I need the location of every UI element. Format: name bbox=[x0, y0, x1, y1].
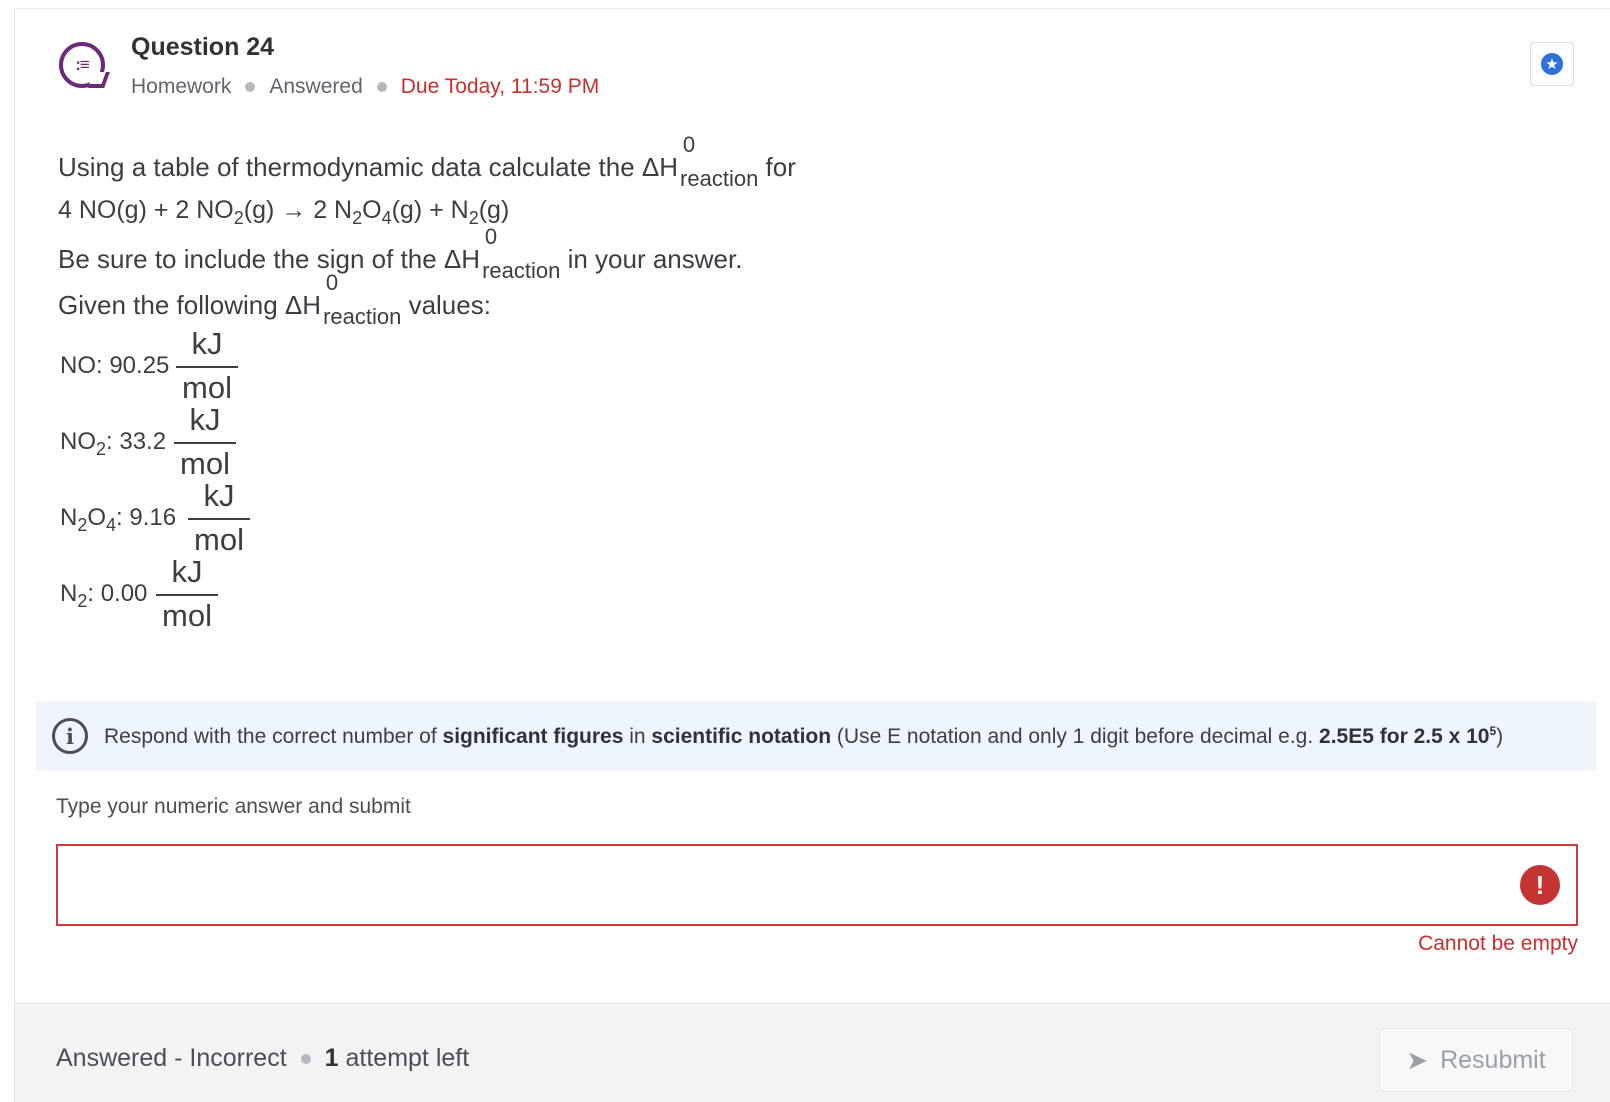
separator-dot bbox=[300, 1053, 311, 1064]
error-icon: ! bbox=[1520, 865, 1560, 905]
answer-label: Type your numeric answer and submit bbox=[56, 795, 411, 818]
stem-line-4: Given the following ΔH 0 reaction values: bbox=[58, 270, 491, 329]
question-footer: Answered - Incorrect 1 attempt left ➤ Re… bbox=[15, 1003, 1610, 1102]
send-icon: ➤ bbox=[1406, 1044, 1429, 1075]
value-no: NO: 90.25 bbox=[60, 352, 170, 379]
resubmit-label: Resubmit bbox=[1440, 1045, 1546, 1074]
question-type-icon: :≡ bbox=[59, 42, 105, 88]
separator-dot bbox=[376, 82, 387, 92]
delta-h-symbol: ΔH 0 reaction bbox=[443, 224, 561, 283]
validation-error-text: Cannot be empty bbox=[1418, 932, 1578, 955]
stem-line-1: Using a table of thermodynamic data calc… bbox=[58, 132, 796, 191]
resubmit-button[interactable]: ➤ Resubmit bbox=[1379, 1028, 1573, 1092]
question-meta: Homework Answered Due Today, 11:59 PM bbox=[131, 75, 599, 99]
attempt-status: Answered - Incorrect 1 attempt left bbox=[56, 1044, 469, 1073]
due-date-label: Due Today, 11:59 PM bbox=[400, 75, 600, 98]
value-no2: NO2: 33.2 bbox=[60, 428, 167, 459]
question-title: Question 24 bbox=[131, 33, 275, 61]
star-icon: ★ bbox=[1541, 53, 1563, 75]
value-n2o4: N2O4: 9.16 bbox=[60, 504, 177, 535]
question-type-label: Homework bbox=[131, 75, 232, 98]
separator-dot bbox=[245, 82, 256, 92]
value-n2: N2: 0.00 bbox=[60, 580, 148, 611]
numeric-answer-input[interactable] bbox=[56, 844, 1578, 926]
unit-fraction: kJ mol bbox=[156, 554, 218, 634]
instruction-banner: i Respond with the correct number of sig… bbox=[36, 701, 1596, 771]
question-status-label: Answered bbox=[269, 75, 363, 98]
reaction-equation: 4 NO(g) + 2 NO2(g) → 2 N2O4(g) + N2(g) bbox=[58, 196, 510, 228]
bookmark-button[interactable]: ★ bbox=[1530, 42, 1574, 86]
unit-fraction: kJ mol bbox=[176, 326, 238, 406]
instruction-text: Respond with the correct number of signi… bbox=[104, 723, 1504, 748]
delta-h-symbol: ΔH 0 reaction bbox=[284, 270, 402, 329]
info-icon: i bbox=[52, 718, 88, 754]
attempts-text: attempt left bbox=[338, 1044, 470, 1072]
delta-h-symbol: ΔH 0 reaction bbox=[641, 132, 759, 191]
unit-fraction: kJ mol bbox=[188, 478, 250, 558]
stem-line-3: Be sure to include the sign of the ΔH 0 re… bbox=[58, 224, 743, 283]
result-status: Answered - Incorrect bbox=[56, 1044, 287, 1072]
attempts-count: 1 bbox=[324, 1044, 339, 1072]
unit-fraction: kJ mol bbox=[174, 402, 236, 482]
